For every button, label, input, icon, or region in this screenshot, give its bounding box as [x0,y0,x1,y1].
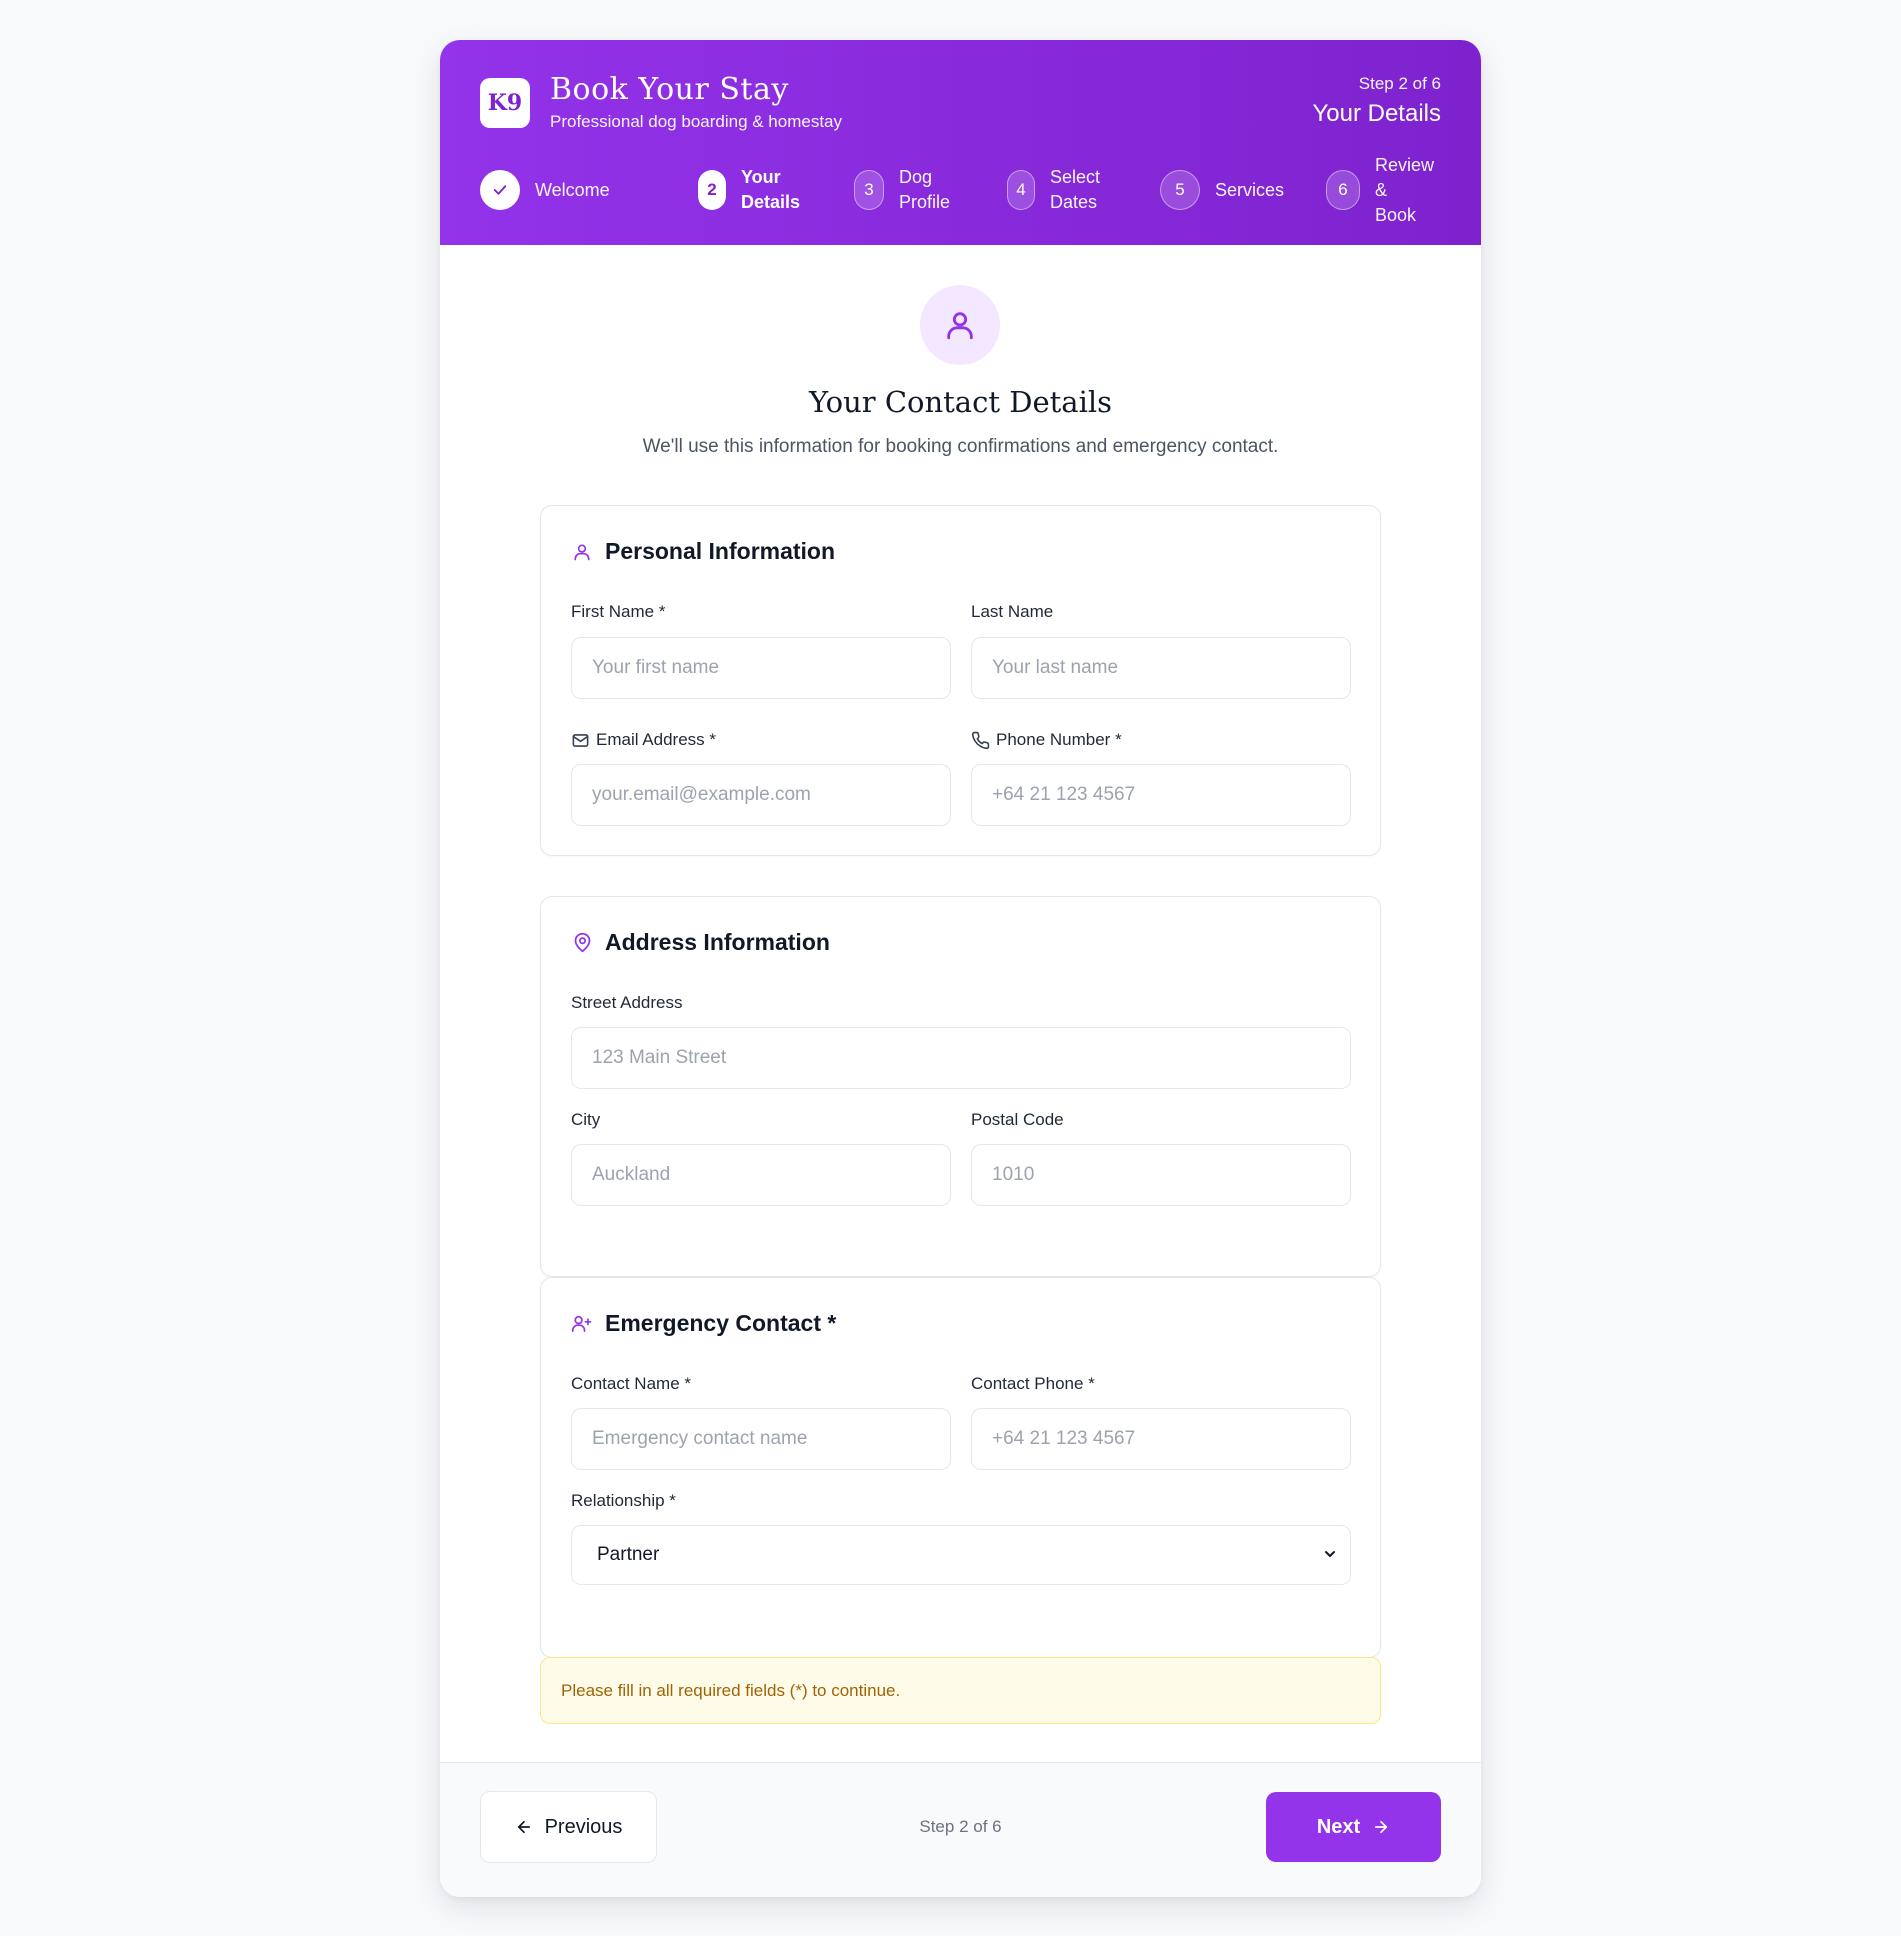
postal-code-label: Postal Code [971,1110,1064,1129]
phone-label: Phone Number * [971,730,1122,750]
section-header: Emergency Contact * [571,1310,836,1337]
booking-header: K9 Book Your Stay Professional dog board… [440,40,1481,245]
booking-card: K9 Book Your Stay Professional dog board… [440,40,1481,1897]
step-number: 6 [1326,170,1360,210]
phone-input[interactable] [971,764,1351,826]
step-services[interactable]: 5 Services [1160,165,1284,215]
last-name-input[interactable] [971,637,1351,699]
map-pin-icon [571,932,593,954]
next-button[interactable]: Next [1266,1792,1441,1862]
step-welcome[interactable]: Welcome [480,165,610,215]
contact-name-label: Contact Name * [571,1374,691,1393]
progress-stepper: Welcome 2 Your Details 3 Dog Profile 4 Sel… [480,155,1441,225]
k9-logo: K9 [480,78,530,128]
section-title: Personal Information [605,538,836,564]
step-review-book[interactable]: 6 Review & Book [1326,155,1441,225]
user-icon [920,285,1000,365]
step-label: Services [1215,179,1285,200]
step-select-dates[interactable]: 4 Select Dates [1007,165,1100,215]
step-label: Your Details [741,167,801,212]
section-title: Address Information [605,929,830,955]
user-plus-icon [571,1313,593,1335]
section-title: Emergency Contact * [605,1310,837,1336]
brand-title: Book Your Stay [550,72,789,107]
wizard-footer: Previous Step 2 of 6 Next [440,1762,1481,1897]
step-number: 3 [854,170,884,210]
street-address-label: Street Address [571,993,683,1012]
header-step-name: Your Details [1312,100,1441,127]
step-label: Select Dates [1050,167,1101,212]
brand-subtitle: Professional dog boarding & homestay [550,112,843,131]
step-label: Dog Profile [899,167,951,212]
step-number: 2 [698,170,726,210]
postal-code-input[interactable] [971,1144,1351,1206]
user-icon [571,541,593,563]
contact-phone-label: Contact Phone * [971,1374,1095,1393]
relationship-value: Partner [597,1544,660,1565]
address-information-section: Address Information Street Address City … [540,896,1381,1277]
required-fields-notice: Please fill in all required fields (*) t… [540,1657,1381,1724]
chevron-down-icon [1322,1546,1338,1568]
street-address-input[interactable] [571,1027,1351,1089]
page-title: Your Contact Details [808,385,1112,419]
step-dog-profile[interactable]: 3 Dog Profile [854,165,950,215]
first-name-input[interactable] [571,637,951,699]
mail-icon [571,731,590,750]
section-header: Address Information [571,929,830,956]
step-label: Review & Book [1375,154,1435,225]
email-input[interactable] [571,764,951,826]
first-name-label: First Name * [571,602,666,621]
step-your-details[interactable]: 2 Your Details [698,165,800,215]
page-subtitle: We'll use this information for booking c… [642,436,1279,457]
next-label: Next [1316,1815,1361,1838]
header-step-count: Step 2 of 6 [1358,74,1441,93]
contact-name-input[interactable] [571,1408,951,1470]
contact-phone-input[interactable] [971,1408,1351,1470]
email-label: Email Address * [571,730,716,750]
arrow-right-icon [1372,1818,1390,1836]
emergency-contact-section: Emergency Contact * Contact Name * Conta… [540,1277,1381,1658]
phone-icon [971,731,990,750]
city-label: City [571,1110,601,1129]
city-input[interactable] [571,1144,951,1206]
relationship-select[interactable]: Partner [571,1525,1351,1585]
relationship-label: Relationship * [571,1491,676,1510]
step-label: Welcome [535,179,610,200]
step-number: 5 [1160,170,1200,210]
check-icon [480,170,520,210]
last-name-label: Last Name [971,602,1054,621]
section-header: Personal Information [571,538,835,565]
personal-information-section: Personal Information First Name * Last N… [540,505,1381,856]
step-number: 4 [1007,170,1035,210]
